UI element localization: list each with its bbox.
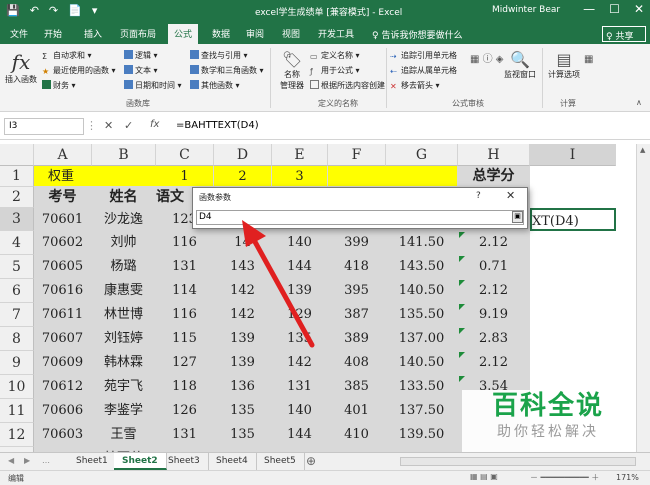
status-mode: 编辑 — [8, 474, 24, 483]
sheet-tab-bar: ◀ ▶ … Sheet1 Sheet2 Sheet3 Sheet4 Sheet5… — [0, 452, 650, 470]
tab-more-icon[interactable]: … — [42, 456, 50, 465]
watermark-logo: 百科全说 助你轻松解决 — [462, 390, 634, 452]
zoom-level[interactable]: 171% — [616, 473, 639, 482]
view-mode-icons[interactable]: ▦ ▤ ▣ — [470, 472, 498, 481]
tab-prev-icon[interactable]: ◀ — [8, 456, 14, 465]
sheet-tab[interactable]: Sheet5 — [256, 453, 305, 470]
tab-next-icon[interactable]: ▶ — [24, 456, 30, 465]
add-sheet-icon[interactable]: ⊕ — [306, 454, 316, 468]
horizontal-scrollbar[interactable] — [400, 457, 636, 466]
status-bar: 编辑 ▦ ▤ ▣ － ━━━━━━━━━━ ＋ 171% — [0, 470, 650, 485]
sheet-tab[interactable]: Sheet4 — [208, 453, 257, 470]
sheet-tab-active[interactable]: Sheet2 — [114, 453, 167, 470]
sheet-tab[interactable]: Sheet3 — [160, 453, 209, 470]
sheet-tab[interactable]: Sheet1 — [68, 453, 117, 470]
zoom-slider[interactable]: － ━━━━━━━━━━ ＋ — [530, 472, 599, 483]
